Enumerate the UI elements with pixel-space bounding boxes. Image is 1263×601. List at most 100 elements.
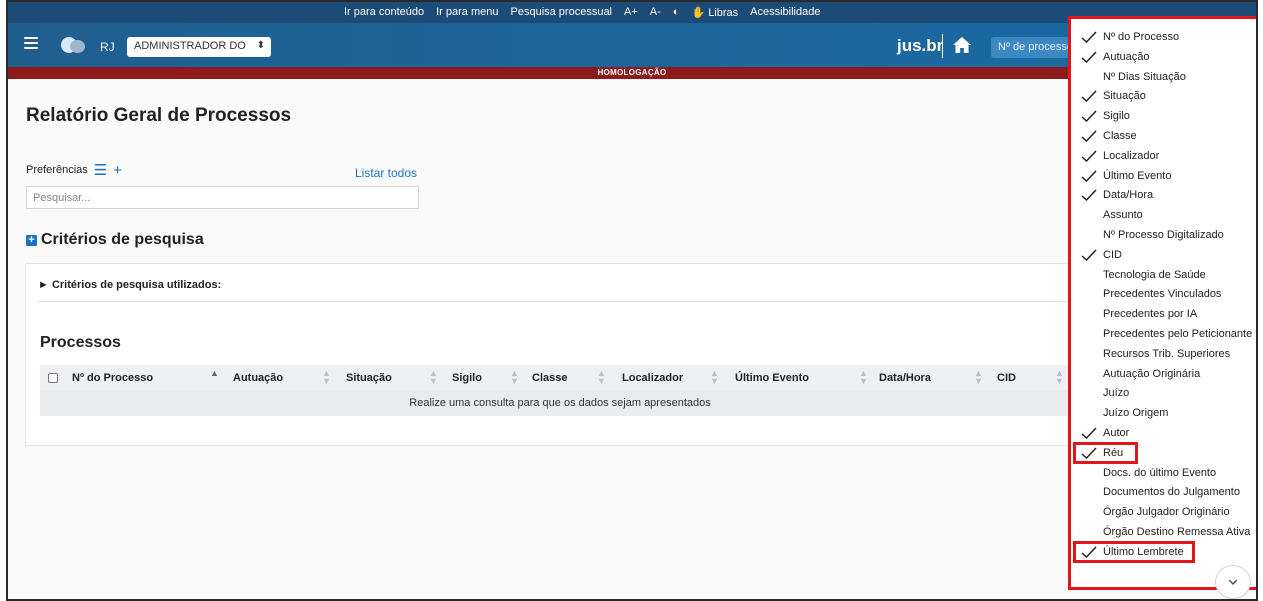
logo-icon (61, 35, 87, 55)
sort-icon[interactable]: ▲ (210, 369, 219, 378)
column-option-label: Órgão Julgador Originário (1103, 506, 1230, 519)
search-criteria-title: Critérios de pesquisa (41, 231, 204, 248)
column-header[interactable]: Sigilo (452, 372, 482, 384)
sort-icon[interactable]: ▲ ▼ (429, 369, 438, 386)
accessibility-link[interactable]: Acessibilidade (750, 6, 820, 19)
column-option-label: Precedentes pelo Peticionante (1103, 328, 1253, 340)
column-header[interactable]: Situação (346, 372, 392, 384)
column-option-label: Juízo (1103, 387, 1130, 400)
checkmark-icon (1081, 31, 1097, 43)
accessibility-link[interactable]: ◐ (673, 6, 680, 19)
select-all-checkbox[interactable] (48, 373, 58, 383)
scroll-down-button[interactable] (1215, 565, 1251, 599)
home-icon[interactable] (952, 36, 972, 54)
column-option[interactable]: Órgão Julgador Originário (1071, 502, 1256, 522)
column-header[interactable]: Localizador (622, 372, 683, 384)
column-option-label: Situação (1103, 90, 1146, 103)
column-option-label: Docs. do último Evento (1103, 466, 1217, 479)
accessibility-link[interactable]: Pesquisa processual (511, 6, 613, 19)
chevron-down-icon (1228, 579, 1238, 585)
column-header[interactable]: CID (997, 372, 1016, 384)
checkmark-icon (1081, 170, 1097, 182)
column-option-label: Nº do Processo (1103, 31, 1180, 43)
column-option[interactable]: Precedentes por IA (1071, 304, 1256, 324)
sort-icon[interactable]: ▲ ▼ (859, 369, 868, 386)
column-header[interactable]: Classe (532, 372, 567, 384)
processes-title: Processos (40, 334, 121, 351)
sort-icon[interactable]: ▲ ▼ (322, 369, 331, 386)
list-icon[interactable]: ☰ (94, 163, 107, 178)
brand-divider (942, 34, 943, 58)
column-option-label: Data/Hora (1103, 189, 1154, 202)
preferences-row: Preferências ☰ + (26, 163, 122, 178)
column-option[interactable]: Nº Dias Situação (1071, 67, 1256, 87)
column-option[interactable]: Último Evento (1071, 166, 1256, 186)
column-option[interactable]: Nº do Processo (1071, 27, 1256, 47)
column-option-label: Autuação Originária (1103, 367, 1201, 380)
list-all-link[interactable]: Listar todos (355, 166, 417, 180)
column-option-label: Precedentes Vinculados (1103, 288, 1222, 301)
sort-icon[interactable]: ▲ ▼ (510, 369, 519, 386)
column-option[interactable]: Precedentes pelo Peticionante (1071, 324, 1256, 344)
column-option-label: Autor (1103, 427, 1130, 439)
search-input[interactable]: Pesquisar... (26, 186, 419, 209)
brand-logo: jus.br (897, 36, 944, 55)
column-option[interactable]: Classe (1071, 126, 1256, 146)
column-option-label: Classe (1103, 130, 1137, 142)
column-header[interactable]: Nº do Processo (72, 372, 153, 384)
column-option[interactable]: Autuação Originária (1071, 364, 1256, 384)
accessibility-link[interactable]: A+ (624, 6, 638, 19)
table-header: Nº do Processo ▲ Autuação ▲ ▼ Situação ▲ ▼ Sigil… (40, 365, 1080, 391)
column-option[interactable]: Assunto (1071, 205, 1256, 225)
accessibility-link[interactable]: Ir para menu (436, 6, 498, 19)
column-option-label: Nº Processo Digitalizado (1103, 229, 1224, 241)
sort-icon[interactable]: ▲ ▼ (597, 369, 606, 386)
column-option[interactable]: Nº Processo Digitalizado (1071, 225, 1256, 245)
checkmark-icon (1081, 427, 1097, 439)
column-option-label: Juízo Origem (1103, 407, 1169, 420)
highlight-box (1073, 441, 1138, 464)
checkmark-icon (1081, 90, 1097, 103)
checkmark-icon (1081, 130, 1097, 142)
column-option[interactable]: Recursos Trib. Superiores (1071, 344, 1256, 364)
highlight-box (1073, 540, 1195, 563)
column-option-label: Tecnologia de Saúde (1103, 268, 1206, 281)
column-option-label: Sigilo (1103, 110, 1130, 123)
column-option-label: Autuação (1103, 50, 1150, 63)
column-header[interactable]: Data/Hora (879, 372, 931, 384)
accessibility-link[interactable]: A- (650, 6, 661, 19)
column-option[interactable]: Juízo Origem (1071, 403, 1256, 423)
column-option[interactable]: Documentos do Julgamento (1071, 482, 1256, 502)
column-option[interactable]: Docs. do último Evento (1071, 463, 1256, 483)
add-icon[interactable]: + (113, 163, 122, 178)
sort-icon[interactable]: ▲ ▼ (1055, 369, 1064, 386)
checkmark-icon (1081, 51, 1097, 63)
accessibility-link[interactable]: ✋ Libras (691, 6, 738, 19)
preferences-label: Preferências (26, 164, 88, 176)
column-option[interactable]: Tecnologia de Saúde (1071, 265, 1256, 285)
column-header[interactable]: Autuação (233, 372, 283, 384)
column-option[interactable]: Órgão Destino Remessa Ativa (1071, 522, 1256, 542)
column-option[interactable]: Autor (1071, 423, 1256, 443)
column-option[interactable]: Autuação (1071, 47, 1256, 67)
role-select[interactable]: ADMINISTRADOR DO ⬍ (127, 37, 271, 57)
column-option[interactable]: Juízo (1071, 383, 1256, 403)
column-option[interactable]: Sigilo (1071, 106, 1256, 126)
column-header[interactable]: Último Evento (735, 372, 809, 384)
column-option[interactable]: Precedentes Vinculados (1071, 284, 1256, 304)
criteria-used-toggle[interactable]: ► Critérios de pesquisa utilizados: (38, 279, 221, 291)
column-option[interactable]: Data/Hora (1071, 185, 1256, 205)
column-option-label: CID (1103, 248, 1122, 261)
column-option[interactable]: Localizador (1071, 146, 1256, 166)
sort-icon[interactable]: ▲ ▼ (974, 369, 983, 386)
search-criteria-heading[interactable]: + Critérios de pesquisa (26, 231, 204, 249)
column-option-label: Precedentes por IA (1103, 308, 1198, 321)
page-title: Relatório Geral de Processos (26, 105, 292, 126)
sort-icon[interactable]: ▲ ▼ (710, 369, 719, 386)
accessibility-link[interactable]: Ir para conteúdo (344, 6, 424, 19)
expand-icon[interactable]: + (26, 234, 37, 246)
column-option[interactable]: Situação (1071, 86, 1256, 106)
menu-icon[interactable] (24, 37, 38, 49)
checkmark-icon (1081, 150, 1097, 162)
column-option[interactable]: CID (1071, 245, 1256, 265)
